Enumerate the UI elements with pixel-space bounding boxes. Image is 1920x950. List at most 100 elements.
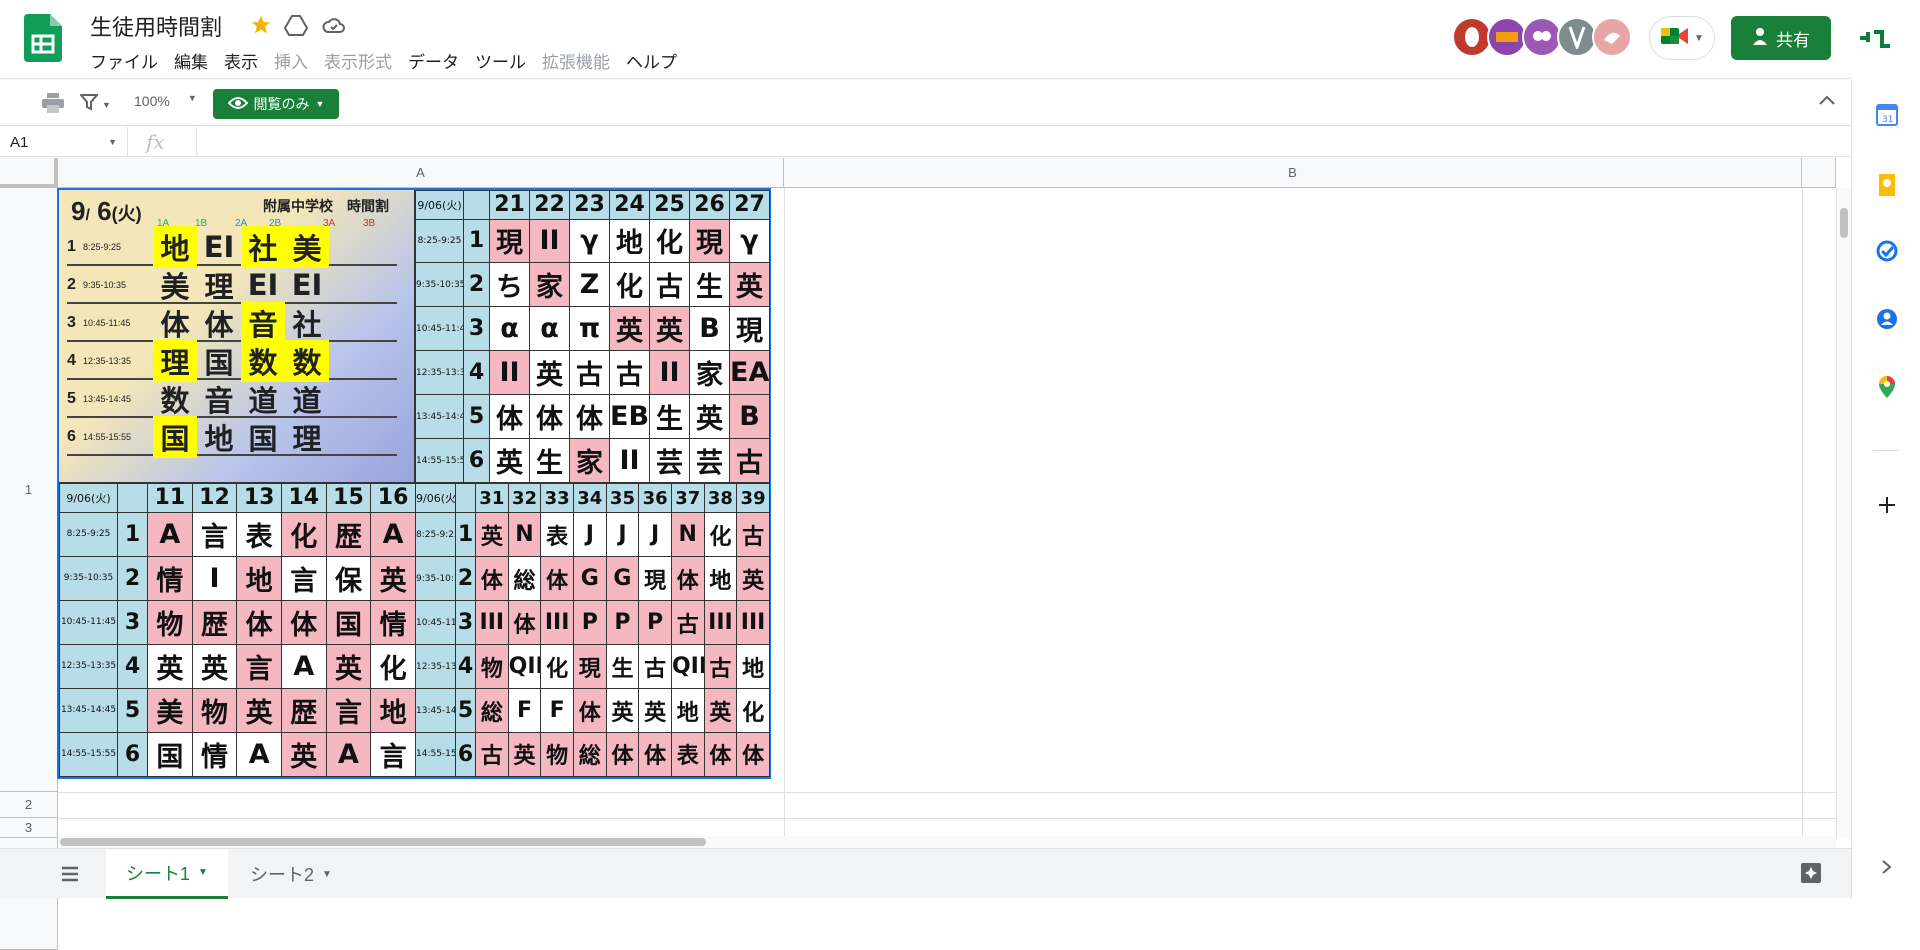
formula-bar: A1 ▼ fx: [0, 127, 1850, 157]
subject-cell: 英: [507, 731, 542, 778]
row-header-2[interactable]: 2: [0, 792, 58, 818]
move-to-drive-icon[interactable]: [283, 12, 309, 38]
subject-cell: 情: [370, 599, 416, 645]
side-panel: 31: [1851, 78, 1920, 898]
subject-cell: EB: [609, 394, 650, 440]
subject-cell: A: [236, 731, 282, 778]
period-row: 13:45-14:455総FF体英英地英化: [415, 688, 770, 733]
subject-cell: A: [280, 643, 327, 689]
empty-cell: [117, 483, 148, 513]
period-row: 12:35-13:35 4 英英言 A 英化: [59, 643, 416, 689]
avatar[interactable]: [1557, 17, 1597, 57]
sheet-tab-2[interactable]: シート2 ▼: [230, 849, 352, 899]
maps-icon[interactable]: [1874, 374, 1900, 400]
subject-cell: 情: [147, 555, 193, 601]
subject-cell: 体: [670, 556, 705, 602]
chevron-down-icon: ▼: [198, 867, 208, 878]
period-row: 8:25-9:25 1 英 N 表 J J J N 化古: [415, 512, 770, 558]
share-button[interactable]: 共有: [1731, 16, 1831, 60]
subject-cell: 化: [703, 512, 738, 558]
row-header-1[interactable]: 1: [0, 188, 58, 792]
column-header-c[interactable]: [1802, 158, 1836, 188]
period-number: 5: [67, 390, 76, 407]
meet-button[interactable]: ▼: [1649, 16, 1715, 60]
sheet-tab-1[interactable]: シート1 ▼: [106, 849, 228, 899]
view-only-button[interactable]: 閲覧のみ ▼: [213, 89, 339, 119]
period-number: 1: [463, 218, 490, 264]
subject-cell: 英: [736, 556, 770, 602]
menu-help[interactable]: ヘルプ: [618, 46, 685, 75]
explore-icon[interactable]: [1800, 862, 1822, 889]
avatar[interactable]: [1522, 17, 1562, 57]
collapse-menus-icon[interactable]: [1818, 93, 1836, 111]
subject-cell: J: [572, 512, 607, 558]
timetable-grade2: 9/06(火) 21 22 23 24 25 26 27 8:25-9:25 1 現 II γ 地化現 γ 9…: [415, 190, 770, 483]
menu-data[interactable]: データ: [400, 46, 467, 75]
print-icon[interactable]: [42, 93, 64, 118]
row-header-3[interactable]: 3: [0, 818, 58, 838]
select-all-corner[interactable]: [0, 158, 58, 188]
period-number: 4: [117, 643, 148, 689]
column-header-a[interactable]: A: [58, 158, 784, 188]
subject-cell: 保: [325, 555, 372, 601]
zoom-select[interactable]: 100% ▼: [134, 93, 197, 109]
avatar[interactable]: [1487, 17, 1527, 57]
class-number: 14: [280, 483, 327, 513]
subject-cell: 現: [572, 644, 607, 690]
class-number: 35: [605, 482, 640, 514]
menu-edit[interactable]: 編集: [166, 46, 216, 75]
add-icon[interactable]: [1874, 492, 1900, 518]
account-avatar-icon[interactable]: [1858, 28, 1892, 53]
cloud-status-icon[interactable]: [321, 12, 347, 38]
name-box[interactable]: A1 ▼: [0, 127, 128, 157]
class-number: 36: [638, 482, 672, 514]
time-cell: 14:55-15:55: [415, 731, 456, 778]
gridline: [58, 818, 1836, 819]
subject-cell: 英: [147, 643, 193, 689]
menu-file[interactable]: ファイル: [82, 46, 166, 75]
all-sheets-icon[interactable]: [60, 865, 80, 888]
chevron-right-icon[interactable]: [1874, 854, 1900, 880]
menu-tools[interactable]: ツール: [467, 46, 534, 75]
menu-insert[interactable]: 挿入: [266, 46, 316, 75]
subject-cell: III: [736, 600, 770, 646]
subject-cell: 生: [689, 262, 730, 308]
menu-extensions[interactable]: 拡張機能: [534, 46, 618, 75]
scroll-thumb[interactable]: [60, 838, 706, 846]
calendar-icon[interactable]: 31: [1874, 102, 1900, 128]
vertical-scrollbar[interactable]: [1836, 188, 1850, 838]
horizontal-scrollbar[interactable]: [58, 836, 1836, 848]
chevron-down-icon: ▼: [1694, 32, 1704, 44]
document-title[interactable]: 生徒用時間割: [90, 10, 222, 42]
formula-input[interactable]: [196, 127, 1836, 157]
period-number: 3: [463, 306, 490, 352]
subject-cell: N: [670, 512, 705, 558]
subject-cell: F: [540, 688, 574, 733]
avatar[interactable]: [1592, 17, 1632, 57]
menu-view[interactable]: 表示: [216, 46, 266, 75]
period-number: 6: [455, 731, 476, 778]
avatar[interactable]: [1452, 17, 1492, 57]
tasks-icon[interactable]: [1874, 238, 1900, 264]
period-row: 8:25-9:25 1 A 言表化歴 A: [59, 511, 416, 557]
header-row: 9/06(火) 313233343536373839: [415, 482, 770, 514]
star-icon[interactable]: [248, 12, 274, 38]
keep-icon[interactable]: [1874, 172, 1900, 198]
filter-button[interactable]: ▼: [78, 93, 111, 116]
scroll-thumb[interactable]: [1840, 208, 1848, 238]
subject-cell: 体: [280, 599, 327, 645]
subject-cell: 地: [670, 688, 705, 733]
subject-cell: 英: [703, 688, 738, 733]
subject-cell: 化: [649, 218, 690, 264]
contacts-icon[interactable]: [1874, 306, 1900, 332]
period-time: 9:35-10:35: [83, 280, 127, 290]
column-header-b[interactable]: B: [784, 158, 1802, 188]
sheets-logo-icon[interactable]: [24, 14, 62, 62]
subject-cell: 総: [475, 688, 509, 733]
subject-cell: 数: [285, 340, 329, 382]
subject-cell: 地: [204, 422, 234, 456]
chevron-down-icon: ▼: [322, 868, 332, 880]
menu-format[interactable]: 表示形式: [316, 46, 400, 75]
subject-cell: 現: [729, 306, 770, 352]
period-number: 3: [67, 314, 76, 331]
